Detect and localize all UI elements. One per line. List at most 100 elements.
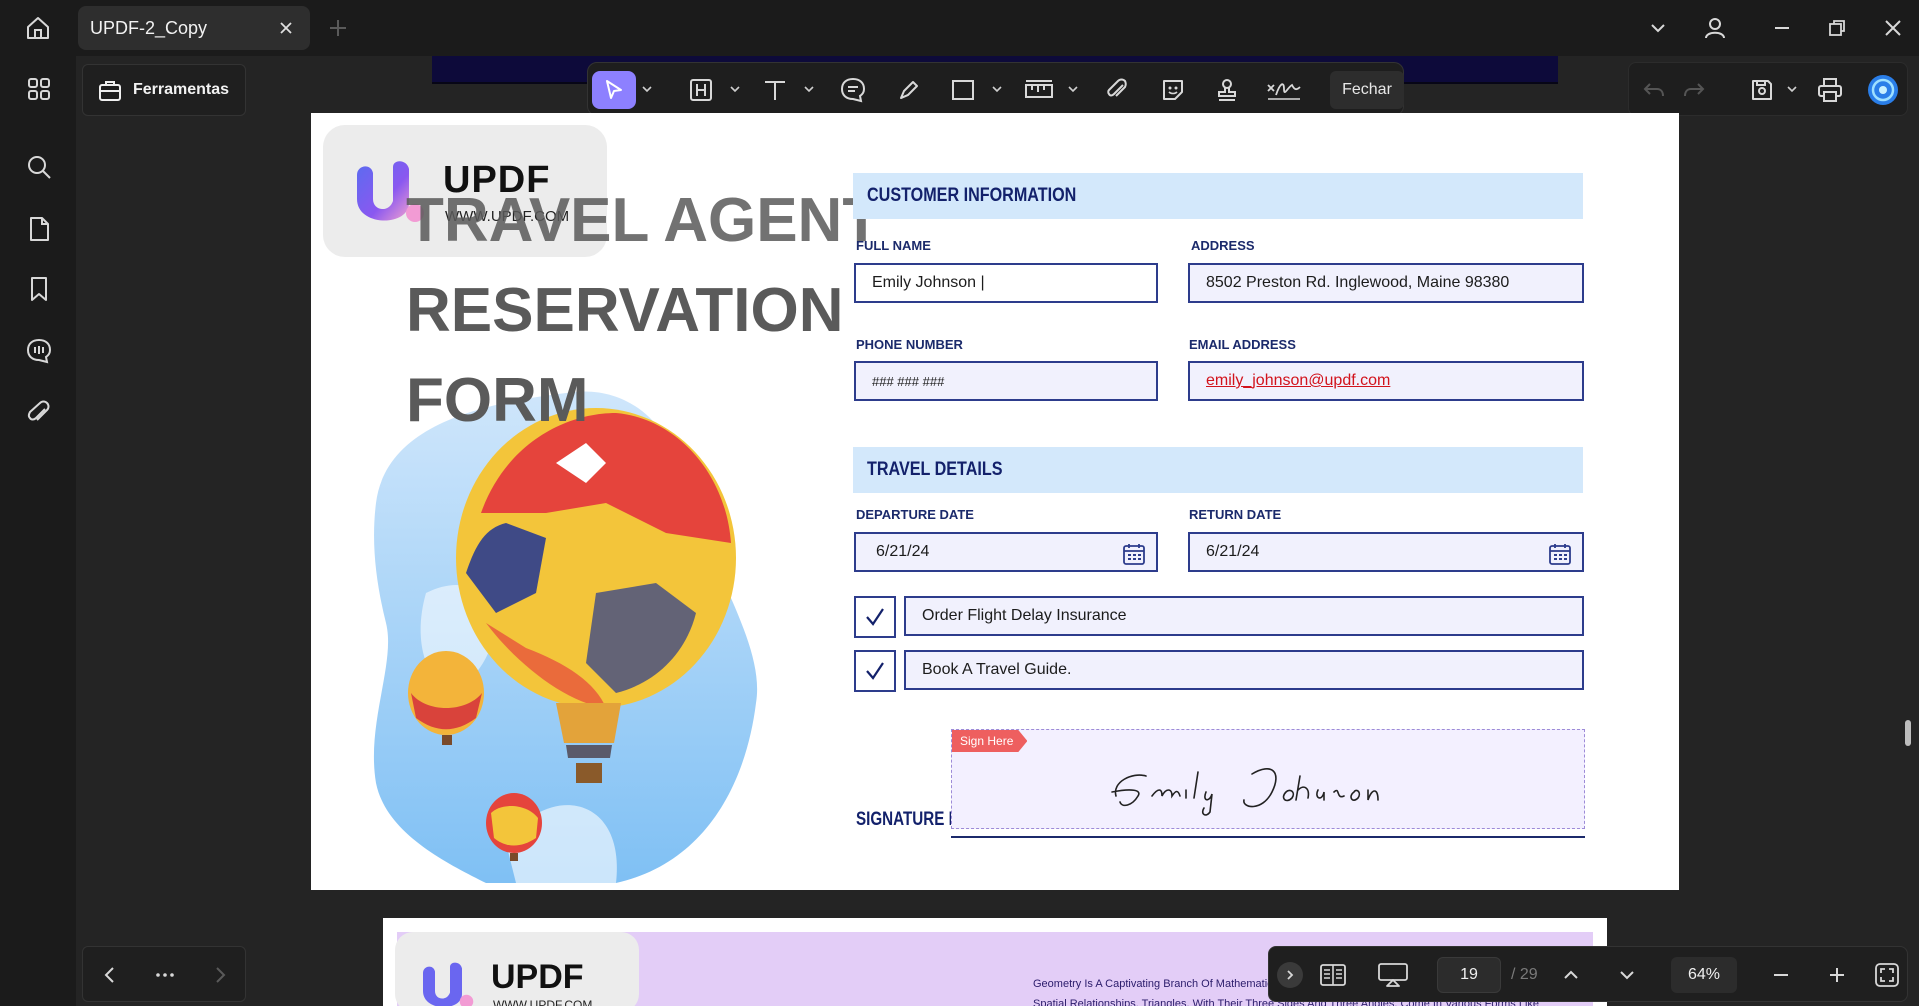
present-button[interactable] bbox=[1377, 961, 1409, 989]
pen-icon bbox=[900, 81, 918, 99]
annotation-toolbar: Fechar bbox=[587, 62, 1404, 116]
zoom-out-button[interactable] bbox=[1767, 961, 1795, 989]
rectangle-icon bbox=[952, 80, 974, 100]
home-button[interactable] bbox=[20, 12, 56, 44]
measure-tool[interactable] bbox=[1022, 71, 1056, 109]
flight-insurance-option[interactable]: Order Flight Delay Insurance bbox=[904, 596, 1584, 636]
fit-page-button[interactable] bbox=[1873, 961, 1901, 989]
bookmark-icon bbox=[31, 277, 47, 301]
more-icon[interactable] bbox=[155, 971, 175, 979]
previous-page-button[interactable] bbox=[1557, 961, 1585, 989]
sticker-icon bbox=[1163, 80, 1183, 100]
chevron-down-icon[interactable] bbox=[804, 85, 814, 93]
chevron-down-icon[interactable] bbox=[1068, 85, 1078, 93]
thumbnails-button[interactable] bbox=[20, 70, 58, 108]
email-field[interactable]: emily_johnson@updf.com bbox=[1188, 361, 1584, 401]
form-title-line-3: FORM bbox=[406, 366, 589, 435]
next-page-button[interactable] bbox=[1613, 961, 1641, 989]
comment-icon bbox=[840, 77, 866, 103]
text-icon bbox=[765, 81, 785, 100]
full-name-field[interactable]: Emily Johnson | bbox=[854, 263, 1158, 303]
zoom-in-button[interactable] bbox=[1823, 961, 1851, 989]
print-button[interactable] bbox=[1815, 75, 1845, 105]
current-page-input[interactable] bbox=[1437, 957, 1501, 993]
signature-icon bbox=[1267, 83, 1301, 100]
restore-icon bbox=[1829, 20, 1845, 36]
chevron-down-icon[interactable] bbox=[730, 85, 740, 93]
undo-button[interactable] bbox=[1639, 75, 1669, 105]
save-button[interactable] bbox=[1747, 75, 1777, 105]
document-tab[interactable]: UPDF-2_Copy bbox=[78, 6, 310, 50]
measure-icon bbox=[1025, 80, 1053, 98]
close-tab-icon[interactable] bbox=[276, 18, 296, 38]
attach-tool[interactable] bbox=[1100, 71, 1134, 109]
text-tool[interactable] bbox=[760, 71, 790, 109]
search-button[interactable] bbox=[20, 148, 58, 186]
shape-tool[interactable] bbox=[948, 71, 978, 109]
title-bar: UPDF-2_Copy bbox=[0, 0, 1919, 56]
travel-section-header: TRAVEL DETAILS bbox=[853, 447, 1583, 493]
zoom-level[interactable]: 64% bbox=[1671, 957, 1737, 993]
chevron-down-icon bbox=[1620, 971, 1634, 980]
collapse-bar-button[interactable] bbox=[1277, 962, 1303, 988]
departure-date-label: DEPARTURE DATE bbox=[856, 507, 974, 522]
chevron-down-icon[interactable] bbox=[642, 85, 652, 93]
account-button[interactable] bbox=[1701, 14, 1729, 42]
address-value: 8502 Preston Rd. Inglewood, Maine 98380 bbox=[1206, 274, 1510, 291]
address-field[interactable]: 8502 Preston Rd. Inglewood, Maine 98380 bbox=[1188, 263, 1584, 303]
chevron-right-icon[interactable] bbox=[211, 965, 229, 985]
restore-button[interactable] bbox=[1823, 14, 1851, 42]
sticker-tool[interactable] bbox=[1156, 71, 1190, 109]
pages-button[interactable] bbox=[20, 210, 58, 248]
checkmark-icon bbox=[866, 662, 884, 680]
search-icon bbox=[28, 156, 51, 179]
phone-value: ### ### ### bbox=[872, 373, 945, 389]
signature-tool[interactable] bbox=[1264, 71, 1304, 109]
page-navigation-bar: / 29 64% bbox=[1268, 946, 1908, 1002]
travel-guide-option[interactable]: Book A Travel Guide. bbox=[904, 650, 1584, 690]
comments-button[interactable] bbox=[20, 332, 58, 370]
redo-button[interactable] bbox=[1679, 75, 1709, 105]
minimize-button[interactable] bbox=[1768, 14, 1796, 42]
tools-button[interactable]: Ferramentas bbox=[82, 64, 246, 116]
attachments-button[interactable] bbox=[20, 394, 58, 432]
signature-field[interactable]: Sign Here bbox=[951, 729, 1585, 829]
updf-logo-icon bbox=[423, 962, 474, 1006]
left-sidebar bbox=[0, 56, 76, 1006]
stamp-icon bbox=[1218, 79, 1236, 101]
page-layout-button[interactable] bbox=[1319, 961, 1347, 989]
attachment-icon bbox=[27, 400, 50, 421]
save-icon bbox=[1752, 80, 1772, 100]
tools-label: Ferramentas bbox=[133, 81, 230, 98]
close-window-button[interactable] bbox=[1879, 14, 1907, 42]
vertical-scrollbar-thumb[interactable] bbox=[1905, 720, 1911, 746]
checkmark-icon bbox=[866, 608, 884, 626]
select-tool[interactable] bbox=[592, 71, 636, 109]
chevron-up-icon bbox=[1564, 970, 1578, 979]
bookmarks-button[interactable] bbox=[20, 270, 58, 308]
ai-assistant-icon bbox=[1868, 75, 1898, 105]
departure-date-field[interactable]: 6/21/24 bbox=[854, 532, 1158, 572]
chevron-left-icon[interactable] bbox=[101, 965, 119, 985]
dropdown-button[interactable] bbox=[1644, 14, 1672, 42]
next-page-text-line-1: Geometry Is A Captivating Branch Of Math… bbox=[1033, 978, 1273, 990]
new-tab-icon[interactable] bbox=[326, 16, 350, 40]
highlight-tool[interactable] bbox=[686, 71, 716, 109]
flight-insurance-checkbox[interactable] bbox=[854, 596, 896, 638]
pen-tool[interactable] bbox=[892, 71, 926, 109]
chevron-down-icon[interactable] bbox=[992, 85, 1002, 93]
next-logo-url: WWW.UPDF.COM bbox=[493, 998, 593, 1006]
phone-label: PHONE NUMBER bbox=[856, 337, 963, 352]
comment-tool[interactable] bbox=[836, 71, 870, 109]
sidebar-page-nav bbox=[82, 946, 246, 1002]
calendar-icon[interactable] bbox=[1548, 542, 1572, 566]
minus-icon bbox=[1774, 974, 1788, 976]
close-tools-button[interactable]: Fechar bbox=[1330, 71, 1404, 109]
calendar-icon[interactable] bbox=[1122, 542, 1146, 566]
ai-assistant-button[interactable] bbox=[1865, 72, 1901, 108]
phone-field[interactable]: ### ### ### bbox=[854, 361, 1158, 401]
travel-guide-checkbox[interactable] bbox=[854, 650, 896, 692]
chevron-down-icon[interactable] bbox=[1787, 85, 1797, 93]
return-date-field[interactable]: 6/21/24 bbox=[1188, 532, 1584, 572]
stamp-tool[interactable] bbox=[1210, 71, 1244, 109]
